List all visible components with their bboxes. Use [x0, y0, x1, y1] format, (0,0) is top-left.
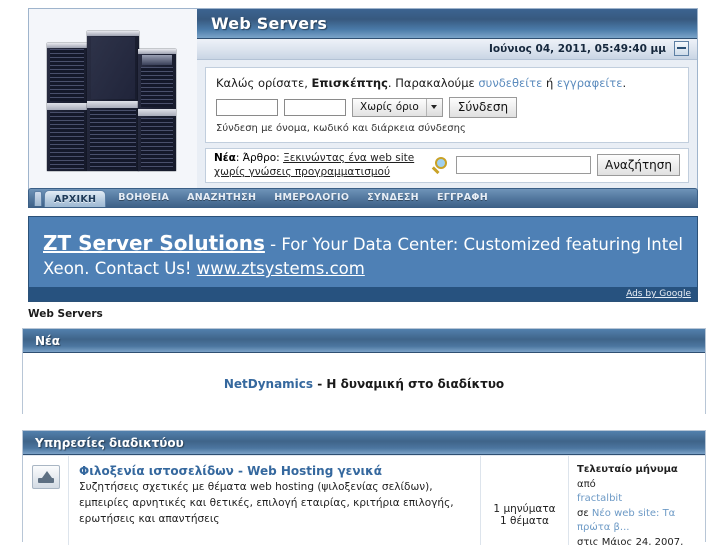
services-panel-header: Υπηρεσίες διαδικτύου: [23, 431, 705, 455]
news-search-strip: Νέα: Άρθρο: Ξεκινώντας ένα web site χωρί…: [205, 147, 689, 183]
page-root: Web Servers Ιούνιος 04, 2011, 05:49:40 μ…: [0, 0, 727, 545]
advertisement-banner[interactable]: ZT Server Solutions - For Your Data Cent…: [28, 216, 698, 302]
lastpost-on-word: στις: [577, 536, 602, 545]
register-link[interactable]: εγγραφείτε: [557, 76, 623, 90]
guest-name: Επισκέπτης: [311, 75, 388, 90]
news-item-rest: - Η δυναμική στο διαδίκτυο: [313, 376, 505, 391]
news-panel-title: Νέα: [35, 333, 60, 348]
login-form: Χωρίς όριο Σύνδεση: [216, 96, 678, 118]
magnifier-icon: [432, 156, 450, 175]
nav-tab-help[interactable]: ΒΟΗΘΕΙΑ: [109, 189, 178, 207]
news-strip-sep: : Άρθρο:: [235, 152, 284, 165]
welcome-period: .: [622, 75, 627, 90]
rack-right: [138, 48, 176, 171]
search-button[interactable]: Αναζήτηση: [597, 154, 680, 177]
news-strip-label: Νέα: [214, 152, 236, 165]
ad-headline-link[interactable]: ZT Server Solutions: [43, 231, 265, 255]
news-panel-body: NetDynamics - Η δυναμική στο διαδίκτυο: [23, 353, 705, 414]
login-submit-button[interactable]: Σύνδεση: [448, 96, 518, 118]
collapse-icon[interactable]: [674, 41, 689, 57]
server-rack-image: [37, 20, 189, 179]
lastpost-author-link[interactable]: fractalbit: [577, 493, 622, 504]
board-folder-icon: [31, 465, 60, 489]
rack-left: [47, 42, 87, 171]
ad-url-link[interactable]: www.ztsystems.com: [197, 259, 365, 278]
news-item-link[interactable]: NetDynamics: [224, 377, 313, 391]
board-description: Συζητήσεις σχετικές με θέματα web hostin…: [79, 481, 454, 525]
breadcrumb: Web Servers: [28, 308, 103, 320]
ad-content: ZT Server Solutions - For Your Data Cent…: [29, 217, 697, 281]
nav-tab-calendar[interactable]: ΗΜΕΡΟΛΟΓΙΟ: [265, 189, 358, 207]
board-icon-cell: [23, 456, 69, 545]
board-info-cell: Φιλοξενία ιστοσελίδων - Web Hosting γενι…: [69, 456, 481, 545]
nav-tab-register[interactable]: ΕΓΓΡΑΦΗ: [428, 189, 497, 207]
username-input[interactable]: [216, 98, 278, 116]
login-panel: Καλώς ορίσατε, Επισκέπτης. Παρακαλούμε σ…: [205, 66, 689, 143]
login-hint: Σύνδεση με όνομα, κωδικό και διάρκεια σύ…: [216, 122, 466, 134]
nav-tab-login[interactable]: ΣΥΝΔΕΣΗ: [358, 189, 428, 207]
welcome-message: Καλώς ορίσατε, Επισκέπτης. Παρακαλούμε σ…: [216, 76, 678, 90]
rack-center: [87, 30, 139, 171]
lastpost-topic-link[interactable]: Νέο web site: Τα πρώτα β...: [577, 508, 675, 534]
lastpost-by-word: από: [577, 478, 596, 490]
nav-tab-home[interactable]: ΑΡΧΙΚΗ: [44, 189, 107, 207]
ads-by-google-link[interactable]: Ads by Google: [626, 289, 691, 299]
session-duration-select[interactable]: Χωρίς όριο: [352, 97, 443, 117]
main-navigation: ΑΡΧΙΚΗ ΒΟΗΘΕΙΑ ΑΝΑΖΗΤΗΣΗ ΗΜΕΡΟΛΟΓΙΟ ΣΥΝΔ…: [28, 188, 698, 208]
news-panel-header: Νέα: [23, 329, 705, 353]
password-input[interactable]: [284, 98, 346, 116]
board-topics-count: 1 θέματα: [500, 515, 549, 528]
board-posts-count: 1 μηνύματα: [493, 503, 556, 516]
ad-text: ZT Server Solutions - For Your Data Cent…: [43, 231, 683, 278]
login-link[interactable]: συνδεθείτε: [478, 76, 542, 90]
table-row: Φιλοξενία ιστοσελίδων - Web Hosting γενι…: [23, 455, 705, 545]
site-header: Web Servers Ιούνιος 04, 2011, 05:49:40 μ…: [28, 8, 698, 191]
lastpost-in-word: σε: [577, 507, 592, 519]
lastpost-label: Τελευταίο μήνυμα: [577, 464, 678, 475]
header-right: Web Servers Ιούνιος 04, 2011, 05:49:40 μ…: [197, 9, 697, 190]
news-strip-text: Νέα: Άρθρο: Ξεκινώντας ένα web site χωρί…: [214, 151, 426, 179]
header-date-bar: Ιούνιος 04, 2011, 05:49:40 μμ: [197, 38, 697, 60]
ad-footer: Ads by Google: [29, 287, 697, 301]
welcome-or: ή: [542, 75, 557, 90]
header-title-bar: Web Servers: [197, 9, 697, 39]
nav-left-edge: [34, 190, 42, 206]
welcome-prefix: Καλώς ορίσατε,: [216, 75, 312, 90]
search-input[interactable]: [456, 156, 591, 175]
news-panel: Νέα NetDynamics - Η δυναμική στο διαδίκτ…: [22, 328, 706, 414]
board-stats-cell: 1 μηνύματα 1 θέματα: [481, 456, 569, 545]
services-panel: Υπηρεσίες διαδικτύου Φιλοξενία ιστοσελίδ…: [22, 430, 706, 545]
services-panel-title: Υπηρεσίες διαδικτύου: [35, 435, 184, 450]
chevron-down-icon: [425, 98, 442, 116]
session-duration-value: Χωρίς όριο: [360, 101, 419, 114]
board-title-link[interactable]: Φιλοξενία ιστοσελίδων - Web Hosting γενι…: [79, 464, 470, 478]
board-lastpost-cell: Τελευταίο μήνυμα από fractalbit σε Νέο w…: [569, 456, 705, 545]
current-datetime: Ιούνιος 04, 2011, 05:49:40 μμ: [488, 42, 666, 55]
news-panel-item: NetDynamics - Η δυναμική στο διαδίκτυο: [224, 377, 504, 391]
welcome-mid: . Παρακαλούμε: [387, 75, 479, 90]
page-title: Web Servers: [211, 13, 328, 33]
nav-tab-search[interactable]: ΑΝΑΖΗΤΗΣΗ: [178, 189, 265, 207]
logo-cell: [29, 9, 197, 190]
